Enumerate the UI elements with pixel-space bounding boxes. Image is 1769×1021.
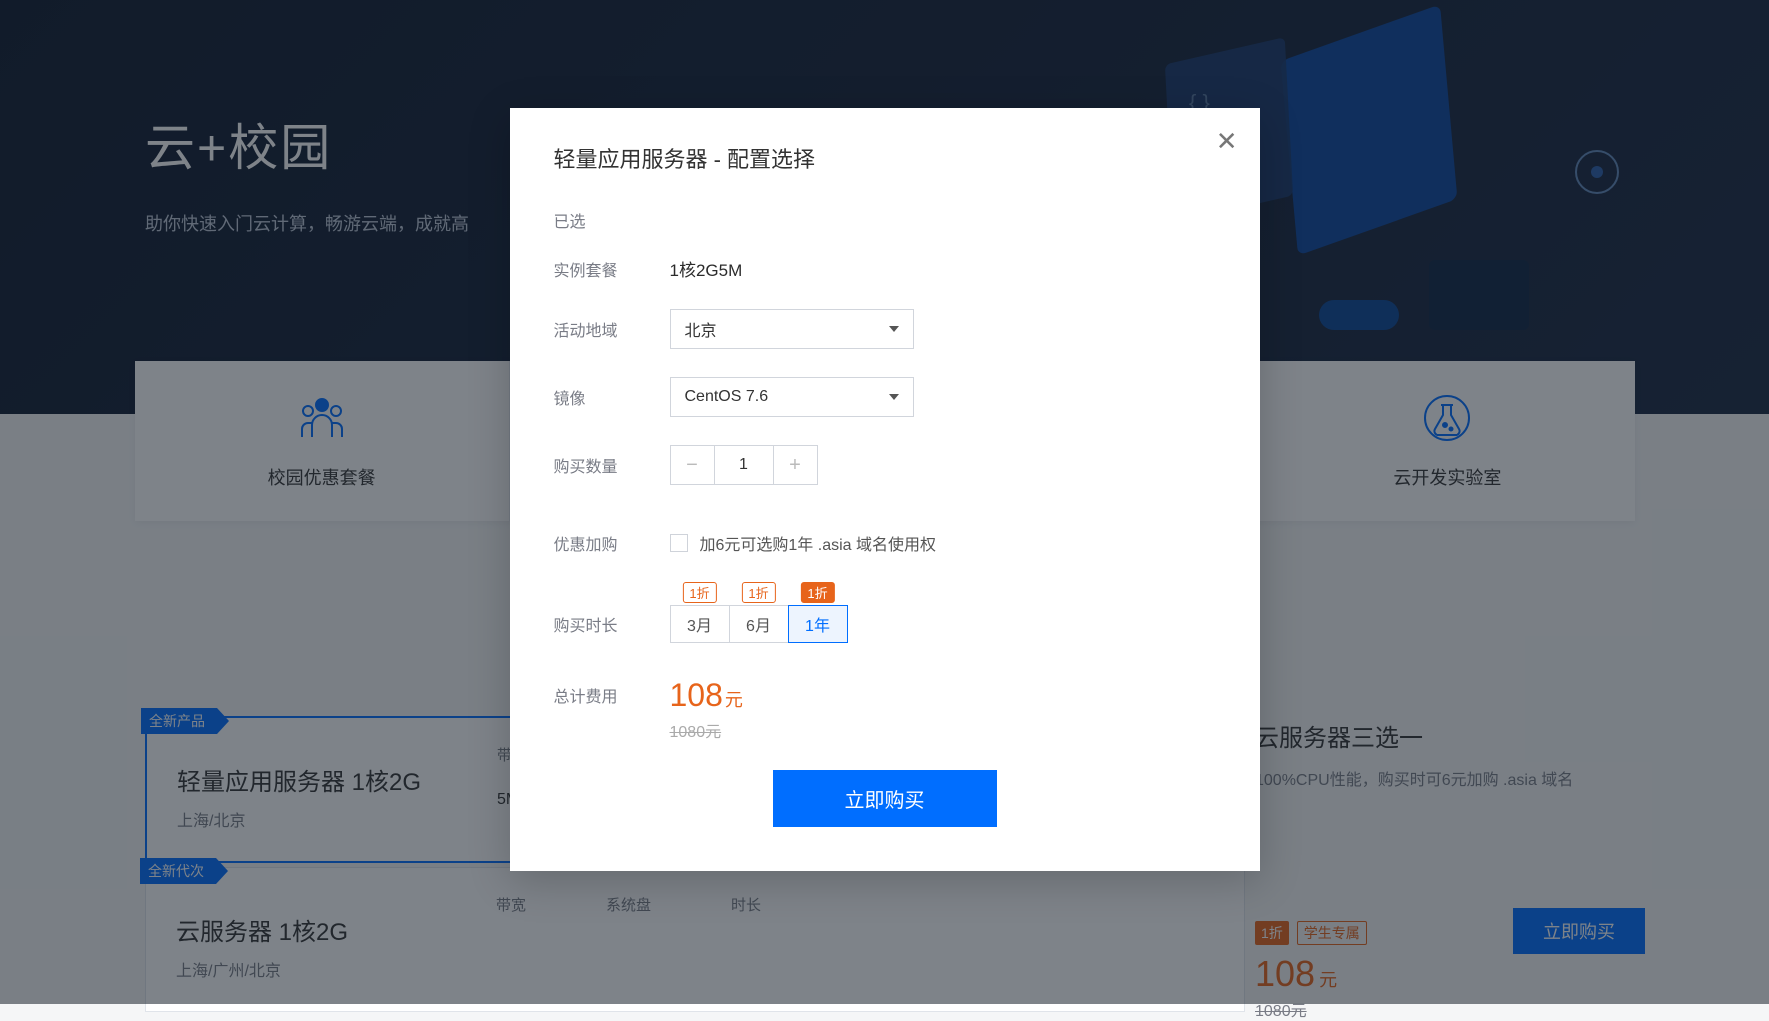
region-label: 活动地域 bbox=[554, 317, 670, 341]
addon-checkbox[interactable] bbox=[670, 534, 688, 552]
duration-option-3m[interactable]: 1折 3月 bbox=[670, 605, 730, 643]
row-image: 镜像 CentOS 7.6 bbox=[554, 377, 1216, 417]
quantity-plus-button[interactable]: + bbox=[773, 446, 817, 484]
region-selected-value: 北京 bbox=[685, 317, 717, 341]
row-package: 实例套餐 1核2G5M bbox=[554, 256, 1216, 281]
duration-label: 购买时长 bbox=[554, 612, 670, 636]
modal-title: 轻量应用服务器 - 配置选择 bbox=[554, 142, 1216, 174]
row-quantity: 购买数量 − + bbox=[554, 445, 1216, 485]
chevron-down-icon bbox=[889, 326, 899, 332]
chevron-down-icon bbox=[889, 394, 899, 400]
buy-button[interactable]: 立即购买 bbox=[773, 770, 997, 827]
duration-option-1y[interactable]: 1折 1年 bbox=[788, 605, 848, 643]
row-addon: 优惠加购 加6元可选购1年 .asia 域名使用权 bbox=[554, 531, 1216, 555]
total-price: 108 bbox=[670, 677, 723, 713]
addon-checkbox-label: 加6元可选购1年 .asia 域名使用权 bbox=[700, 531, 937, 555]
addon-label: 优惠加购 bbox=[554, 531, 670, 555]
duration-text: 1年 bbox=[805, 612, 830, 636]
duration-option-6m[interactable]: 1折 6月 bbox=[729, 605, 789, 643]
package-value: 1核2G5M bbox=[670, 256, 743, 281]
discount-tag: 1折 bbox=[682, 582, 716, 603]
row-total: 总计费用 108元 1080元 bbox=[554, 677, 1216, 742]
config-modal: 轻量应用服务器 - 配置选择 ✕ 已选 实例套餐 1核2G5M 活动地域 北京 … bbox=[510, 108, 1260, 871]
region-select[interactable]: 北京 bbox=[670, 309, 914, 349]
image-label: 镜像 bbox=[554, 385, 670, 409]
quantity-stepper: − + bbox=[670, 445, 818, 485]
modal-overlay[interactable]: 轻量应用服务器 - 配置选择 ✕ 已选 实例套餐 1核2G5M 活动地域 北京 … bbox=[0, 0, 1769, 1004]
discount-tag: 1折 bbox=[741, 582, 775, 603]
package-label: 实例套餐 bbox=[554, 257, 670, 281]
duration-text: 6月 bbox=[746, 612, 771, 636]
quantity-label: 购买数量 bbox=[554, 453, 670, 477]
total-unit: 元 bbox=[725, 690, 743, 710]
row-duration: 购买时长 1折 3月 1折 6月 1折 1年 bbox=[554, 605, 1216, 643]
quantity-input[interactable] bbox=[715, 446, 773, 484]
image-select[interactable]: CentOS 7.6 bbox=[670, 377, 914, 417]
image-selected-value: CentOS 7.6 bbox=[685, 388, 769, 406]
total-label: 总计费用 bbox=[554, 677, 670, 707]
discount-tag: 1折 bbox=[800, 582, 834, 603]
quantity-minus-button[interactable]: − bbox=[671, 446, 715, 484]
selected-label: 已选 bbox=[554, 208, 1216, 232]
total-old-price: 1080元 bbox=[670, 718, 743, 742]
row-region: 活动地域 北京 bbox=[554, 309, 1216, 349]
close-icon[interactable]: ✕ bbox=[1216, 126, 1238, 157]
duration-text: 3月 bbox=[687, 612, 712, 636]
